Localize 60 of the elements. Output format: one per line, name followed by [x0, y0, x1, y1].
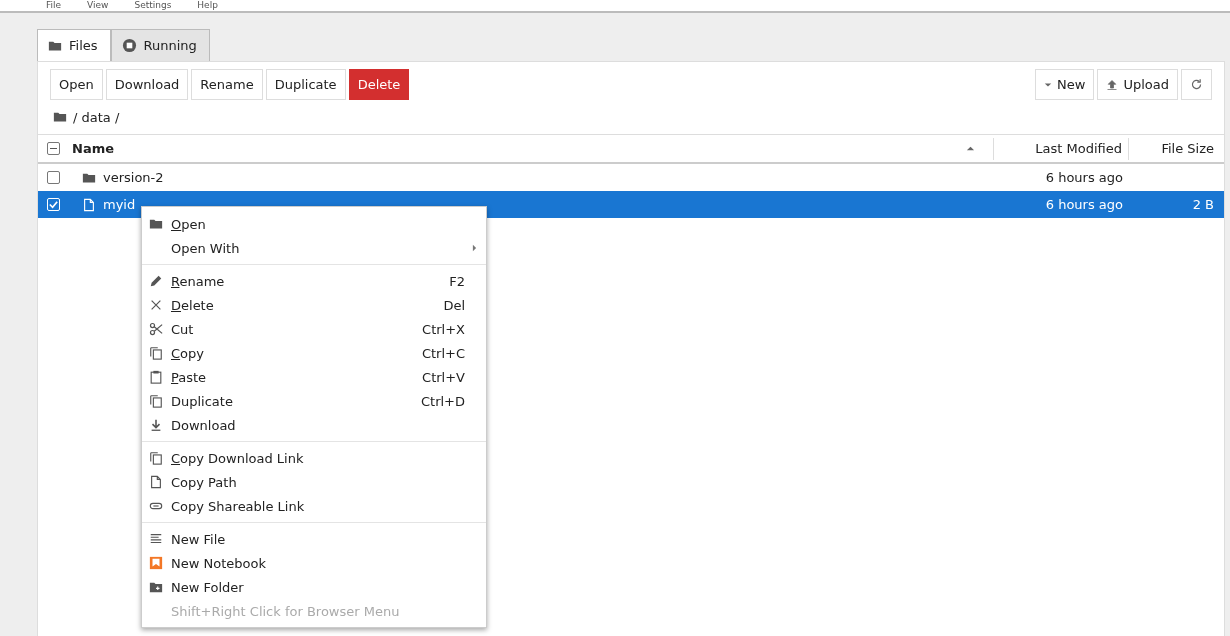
menu-item[interactable]: Open With — [142, 236, 486, 260]
menu-item[interactable]: New File — [142, 527, 486, 551]
menu-item[interactable]: Copy Download Link — [142, 446, 486, 470]
column-header[interactable]: Last Modified — [993, 137, 1128, 160]
menu-item[interactable]: Rename F2 — [142, 269, 486, 293]
menu-item[interactable]: Paste Ctrl+V — [142, 365, 486, 389]
file-row[interactable]: version-2 6 hours ago — [38, 164, 1224, 191]
stop-icon — [121, 38, 137, 53]
delete-button[interactable]: Delete — [348, 69, 410, 100]
folder-plus-icon — [149, 580, 163, 594]
file-icon — [82, 197, 96, 212]
copy-icon — [149, 346, 163, 360]
folder-icon — [53, 110, 67, 124]
copy-icon — [149, 394, 163, 408]
refresh-button[interactable] — [1181, 69, 1212, 100]
upload-icon — [1106, 78, 1119, 91]
modified-time: 6 hours ago — [1044, 170, 1124, 185]
menu-item[interactable]: Duplicate Ctrl+D — [142, 389, 486, 413]
submenu-arrow-icon — [472, 244, 477, 252]
clipboard-icon — [149, 370, 163, 384]
modified-time: 6 hours ago — [1044, 197, 1124, 212]
file-icon — [149, 475, 163, 489]
download-icon — [149, 418, 163, 432]
menu-item[interactable]: Copy Ctrl+C — [142, 341, 486, 365]
close-icon — [149, 298, 163, 312]
menu-item[interactable]: New Notebook — [142, 551, 486, 575]
toolbar-button[interactable]: Duplicate — [265, 69, 346, 100]
file-size: 2 B — [1191, 197, 1214, 212]
toolbar-button[interactable]: Upload — [1097, 69, 1178, 100]
menu-item[interactable]: Settings — [134, 0, 172, 11]
breadcrumb-path[interactable]: / data / — [73, 109, 120, 125]
menu-item[interactable]: Download — [142, 413, 486, 437]
row-checkbox[interactable] — [47, 171, 60, 184]
toolbar-button[interactable]: Download — [105, 69, 189, 100]
menu-item[interactable]: Delete Del — [142, 293, 486, 317]
menu-item[interactable]: File — [46, 0, 62, 11]
sort-caret-icon[interactable] — [966, 144, 975, 153]
menu-item[interactable]: New Folder — [142, 575, 486, 599]
menu-item[interactable]: Help — [197, 0, 218, 11]
text-lines-icon — [149, 532, 163, 546]
caret-icon — [1044, 80, 1053, 89]
notebook-icon — [149, 556, 163, 570]
toolbar-button[interactable]: Rename — [191, 69, 263, 100]
menu-item[interactable]: View — [87, 0, 109, 11]
column-header[interactable]: Name — [72, 141, 966, 156]
toolbar-button[interactable]: New — [1035, 69, 1095, 100]
menu-item[interactable]: Copy Path — [142, 470, 486, 494]
refresh-icon — [1190, 78, 1203, 91]
tab[interactable]: Running — [110, 29, 210, 61]
select-all-checkbox[interactable] — [47, 142, 60, 155]
menu-item[interactable]: Cut Ctrl+X — [142, 317, 486, 341]
menu-item[interactable]: Copy Shareable Link — [142, 494, 486, 518]
scissors-icon — [149, 322, 163, 336]
file-name: version-2 — [103, 170, 165, 185]
pencil-icon — [149, 274, 163, 288]
tab[interactable]: Files — [37, 29, 111, 61]
file-name: myid — [103, 197, 137, 212]
column-header[interactable]: File Size — [1128, 137, 1214, 160]
toolbar-button[interactable]: Open — [50, 69, 103, 100]
copy-icon — [149, 451, 163, 465]
